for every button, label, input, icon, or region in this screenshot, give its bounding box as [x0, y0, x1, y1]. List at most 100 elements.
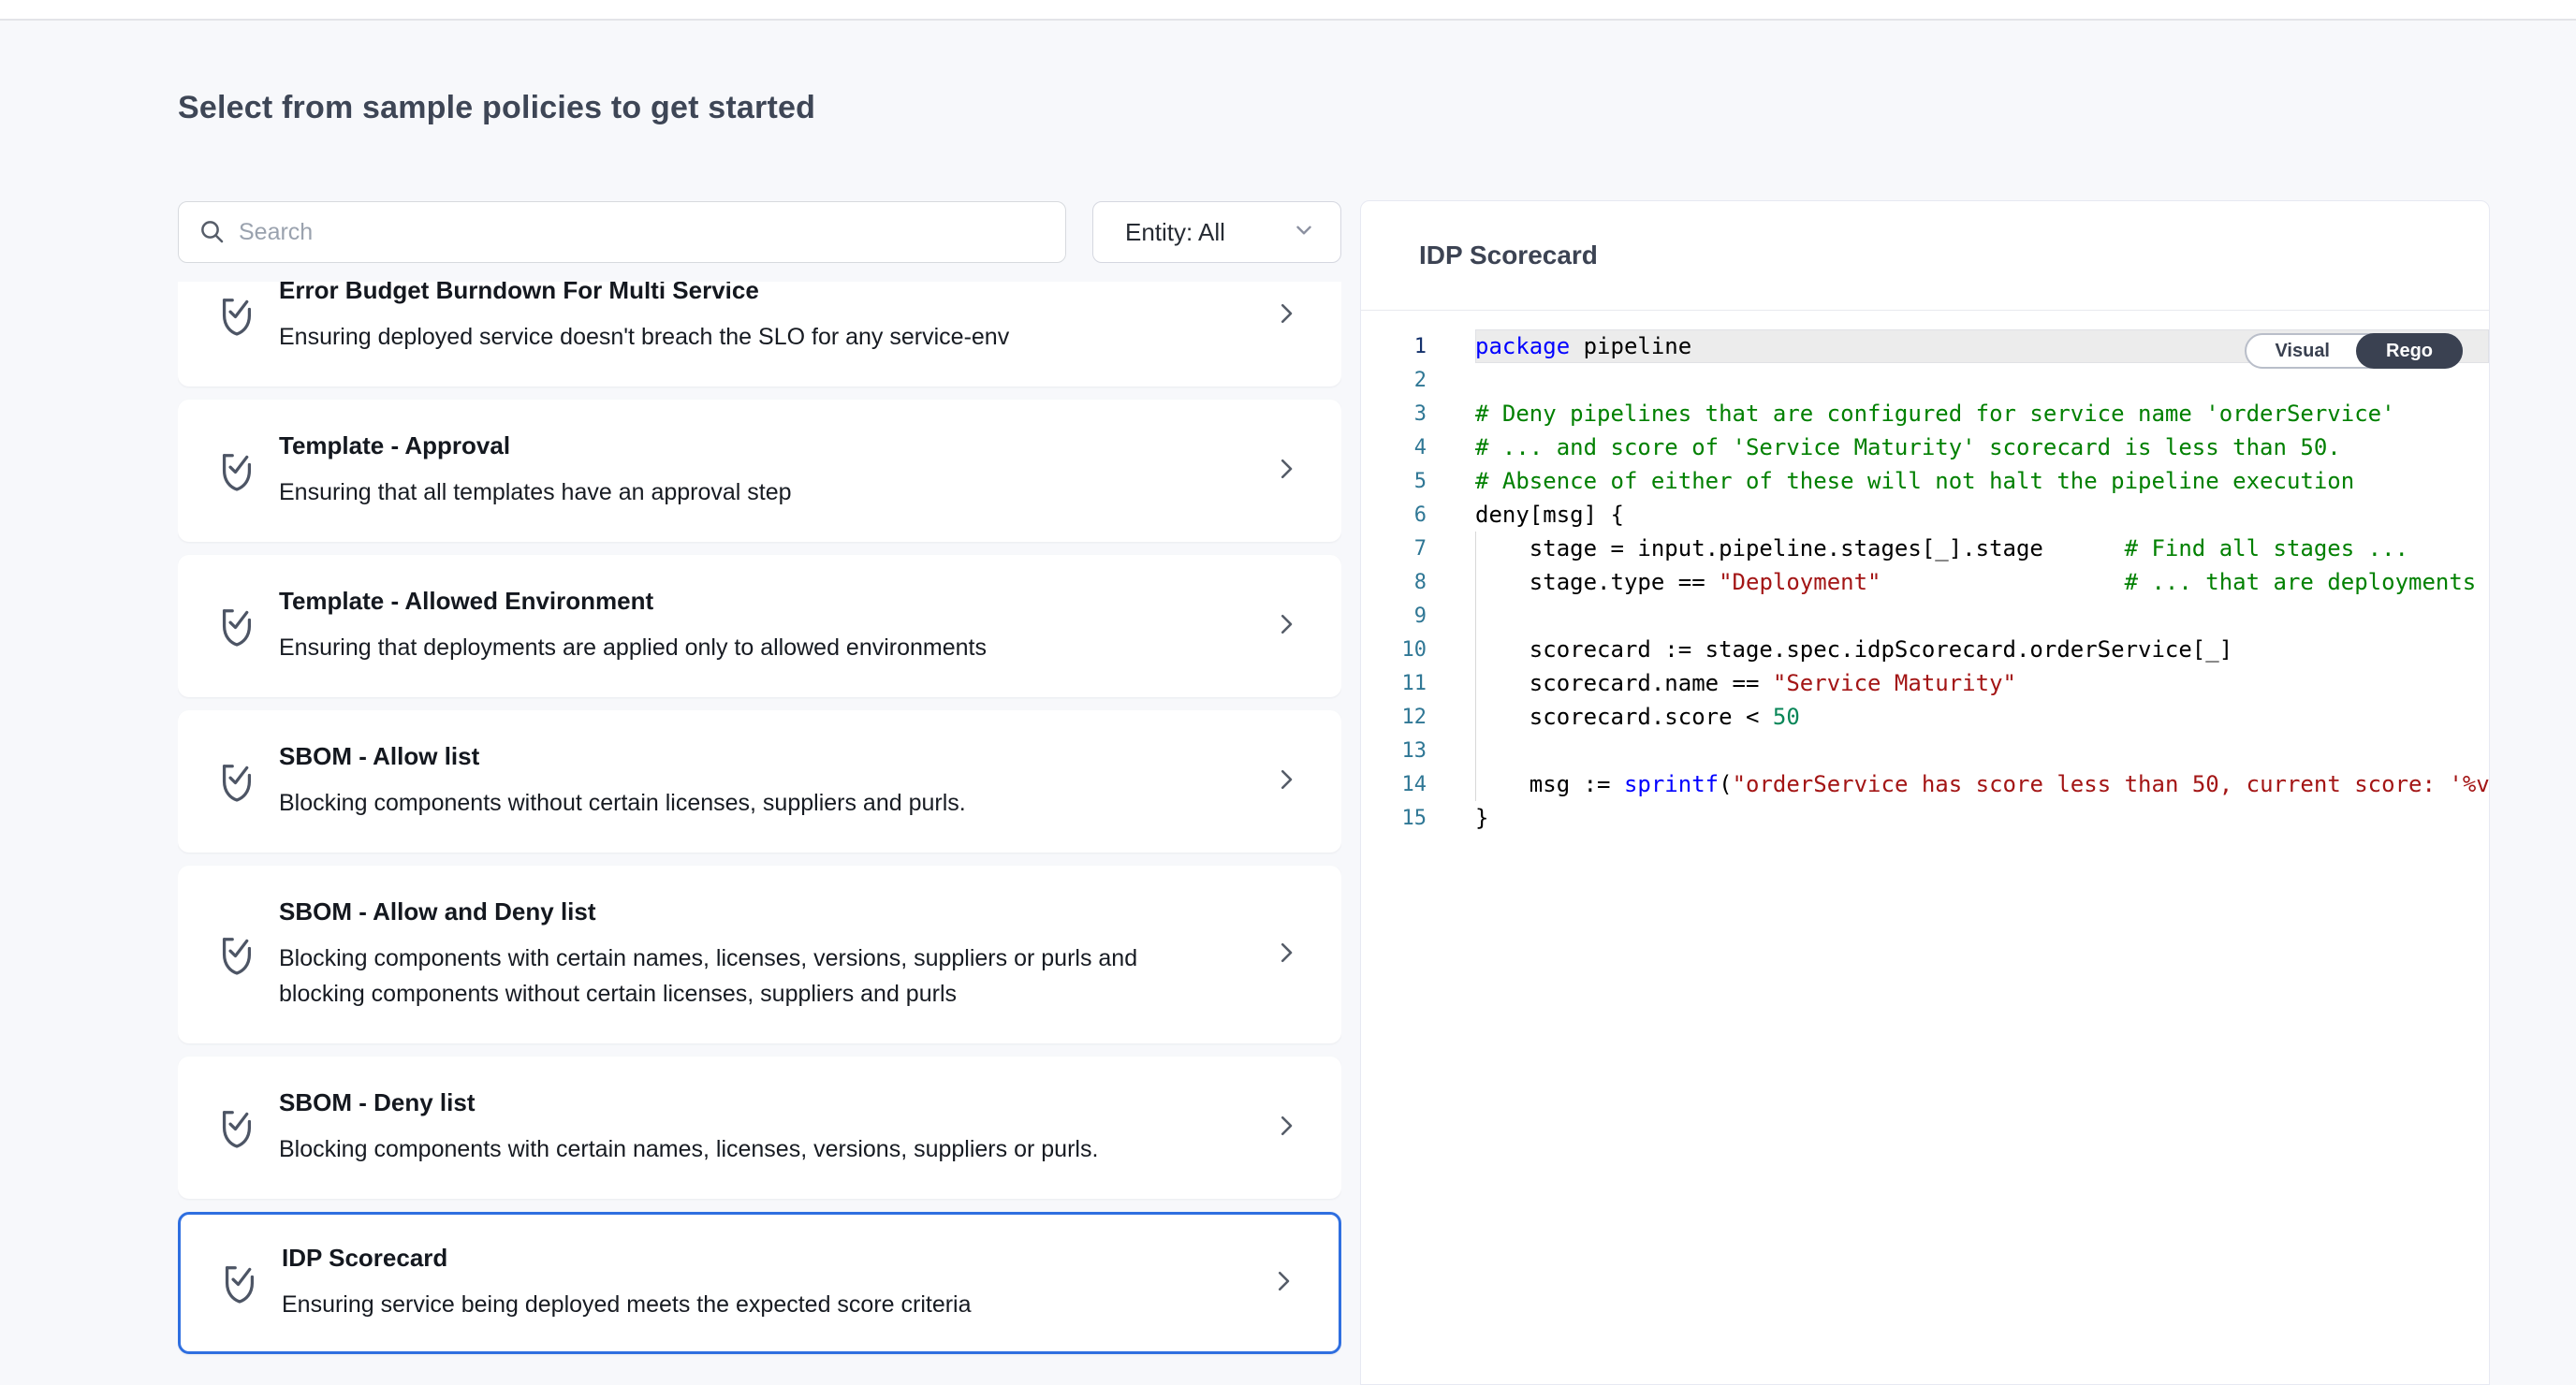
policy-detail-panel: IDP Scorecard VisualRego 1 package pipel…: [1360, 200, 2490, 1385]
code-line: 4 # ... and score of 'Service Maturity' …: [1361, 430, 2489, 464]
line-number: 14: [1361, 773, 1475, 796]
line-number: 11: [1361, 672, 1475, 695]
top-bar: [0, 0, 2576, 21]
line-number: 4: [1361, 436, 1475, 459]
policy-text: Template - Allowed Environment Ensuring …: [279, 587, 987, 665]
code-line-content: scorecard.score < 50: [1475, 700, 2489, 734]
chevron-right-icon[interactable]: [1269, 1265, 1297, 1302]
policy-text: SBOM - Allow and Deny list Blocking comp…: [279, 897, 1224, 1012]
code-line: 15 }: [1361, 801, 2489, 835]
policy-card[interactable]: SBOM - Allow and Deny list Blocking comp…: [178, 866, 1341, 1043]
policy-description: Ensuring service being deployed meets th…: [282, 1287, 972, 1322]
code-line: 3 # Deny pipelines that are configured f…: [1361, 397, 2489, 430]
line-number: 5: [1361, 470, 1475, 493]
detail-panel-header: IDP Scorecard: [1361, 201, 2489, 311]
code-line-content: [1475, 599, 2489, 633]
line-number: 3: [1361, 402, 1475, 426]
policy-title: Template - Approval: [279, 431, 792, 459]
policy-title: SBOM - Allow list: [279, 742, 966, 770]
policy-card[interactable]: Template - Approval Ensuring that all te…: [178, 400, 1341, 542]
policy-list[interactable]: Error Budget Burndown For Multi Service …: [178, 282, 1341, 1385]
code-line-content: [1475, 734, 2489, 767]
policy-description: Ensuring deployed service doesn't breach…: [279, 319, 1009, 355]
policy-card[interactable]: SBOM - Allow list Blocking components wi…: [178, 710, 1341, 853]
code-line: 14 msg := sprintf("orderService has scor…: [1361, 767, 2489, 801]
entity-filter-dropdown[interactable]: Entity: All: [1092, 201, 1341, 263]
code-line-content: # Absence of either of these will not ha…: [1475, 464, 2489, 498]
code-line: 9: [1361, 599, 2489, 633]
policy-toolbar: Entity: All: [178, 201, 1341, 263]
policy-text: Template - Approval Ensuring that all te…: [279, 431, 792, 510]
policy-description: Blocking components without certain lice…: [279, 785, 966, 821]
shield-check-icon: [215, 1103, 258, 1152]
code-line-content: scorecard.name == "Service Maturity": [1475, 666, 2489, 700]
policy-title: Error Budget Burndown For Multi Service: [279, 282, 1009, 304]
line-number: 2: [1361, 369, 1475, 392]
code-line: 10 scorecard := stage.spec.idpScorecard.…: [1361, 633, 2489, 666]
policy-text: Error Budget Burndown For Multi Service …: [279, 282, 1009, 355]
code-line: 12 scorecard.score < 50: [1361, 700, 2489, 734]
code-line-content: # Deny pipelines that are configured for…: [1475, 397, 2489, 430]
chevron-right-icon[interactable]: [1272, 298, 1300, 334]
policy-title: SBOM - Deny list: [279, 1088, 1098, 1116]
code-line-content: stage = input.pipeline.stages[_].stage #…: [1475, 532, 2489, 565]
line-number: 15: [1361, 807, 1475, 830]
policy-title: IDP Scorecard: [282, 1244, 972, 1272]
shield-check-icon: [215, 446, 258, 495]
line-number: 9: [1361, 605, 1475, 628]
line-number: 13: [1361, 739, 1475, 763]
policy-text: IDP Scorecard Ensuring service being dep…: [282, 1244, 972, 1322]
code-line-content: stage.type == "Deployment" # ... that ar…: [1475, 565, 2489, 599]
toggle-visual-button[interactable]: Visual: [2247, 335, 2358, 367]
indent-guide: [1475, 532, 1476, 801]
policy-text: SBOM - Deny list Blocking components wit…: [279, 1088, 1098, 1167]
code-line: 8 stage.type == "Deployment" # ... that …: [1361, 565, 2489, 599]
policy-card[interactable]: Error Budget Burndown For Multi Service …: [178, 282, 1341, 386]
line-number: 6: [1361, 503, 1475, 527]
shield-check-icon: [215, 930, 258, 979]
code-line: 11 scorecard.name == "Service Maturity": [1361, 666, 2489, 700]
entity-filter-label: Entity: All: [1125, 218, 1225, 247]
code-line-content: # ... and score of 'Service Maturity' sc…: [1475, 430, 2489, 464]
code-line: 5 # Absence of either of these will not …: [1361, 464, 2489, 498]
line-number: 1: [1361, 335, 1475, 358]
chevron-right-icon[interactable]: [1272, 453, 1300, 489]
policy-description: Blocking components with certain names, …: [279, 1131, 1098, 1167]
policy-card[interactable]: Template - Allowed Environment Ensuring …: [178, 555, 1341, 697]
code-line-content: deny[msg] {: [1475, 498, 2489, 532]
search-box[interactable]: [178, 201, 1066, 263]
shield-check-icon: [215, 602, 258, 650]
chevron-down-icon: [1292, 218, 1316, 247]
policy-card[interactable]: IDP Scorecard Ensuring service being dep…: [178, 1212, 1341, 1354]
policy-title: SBOM - Allow and Deny list: [279, 897, 1224, 926]
search-input[interactable]: [178, 201, 1066, 263]
detail-panel-title: IDP Scorecard: [1419, 241, 1598, 270]
chevron-right-icon[interactable]: [1272, 1110, 1300, 1146]
chevron-right-icon[interactable]: [1272, 608, 1300, 645]
code-line: 7 stage = input.pipeline.stages[_].stage…: [1361, 532, 2489, 565]
policy-text: SBOM - Allow list Blocking components wi…: [279, 742, 966, 821]
policy-card[interactable]: SBOM - Deny list Blocking components wit…: [178, 1057, 1341, 1199]
line-number: 12: [1361, 706, 1475, 729]
code-line: 13: [1361, 734, 2489, 767]
page-title: Select from sample policies to get start…: [178, 90, 815, 126]
code-line-content: scorecard := stage.spec.idpScorecard.ord…: [1475, 633, 2489, 666]
policy-description: Ensuring that deployments are applied on…: [279, 630, 987, 665]
shield-check-icon: [218, 1259, 261, 1307]
code-line-content: msg := sprintf("orderService has score l…: [1475, 767, 2489, 801]
code-line-content: }: [1475, 801, 2489, 835]
shield-check-icon: [215, 291, 258, 340]
line-number: 8: [1361, 571, 1475, 594]
shield-check-icon: [215, 757, 258, 806]
line-number: 7: [1361, 537, 1475, 561]
policy-title: Template - Allowed Environment: [279, 587, 987, 615]
code-editor[interactable]: 1 package pipeline 2 3 # Deny pipelines …: [1361, 311, 2489, 835]
visual-rego-toggle[interactable]: VisualRego: [2245, 333, 2463, 369]
chevron-right-icon[interactable]: [1272, 764, 1300, 800]
toggle-rego-button[interactable]: Rego: [2356, 333, 2463, 369]
code-line: 6 deny[msg] {: [1361, 498, 2489, 532]
chevron-right-icon[interactable]: [1272, 937, 1300, 973]
policy-description: Blocking components with certain names, …: [279, 940, 1224, 1012]
policy-description: Ensuring that all templates have an appr…: [279, 474, 792, 510]
line-number: 10: [1361, 638, 1475, 662]
